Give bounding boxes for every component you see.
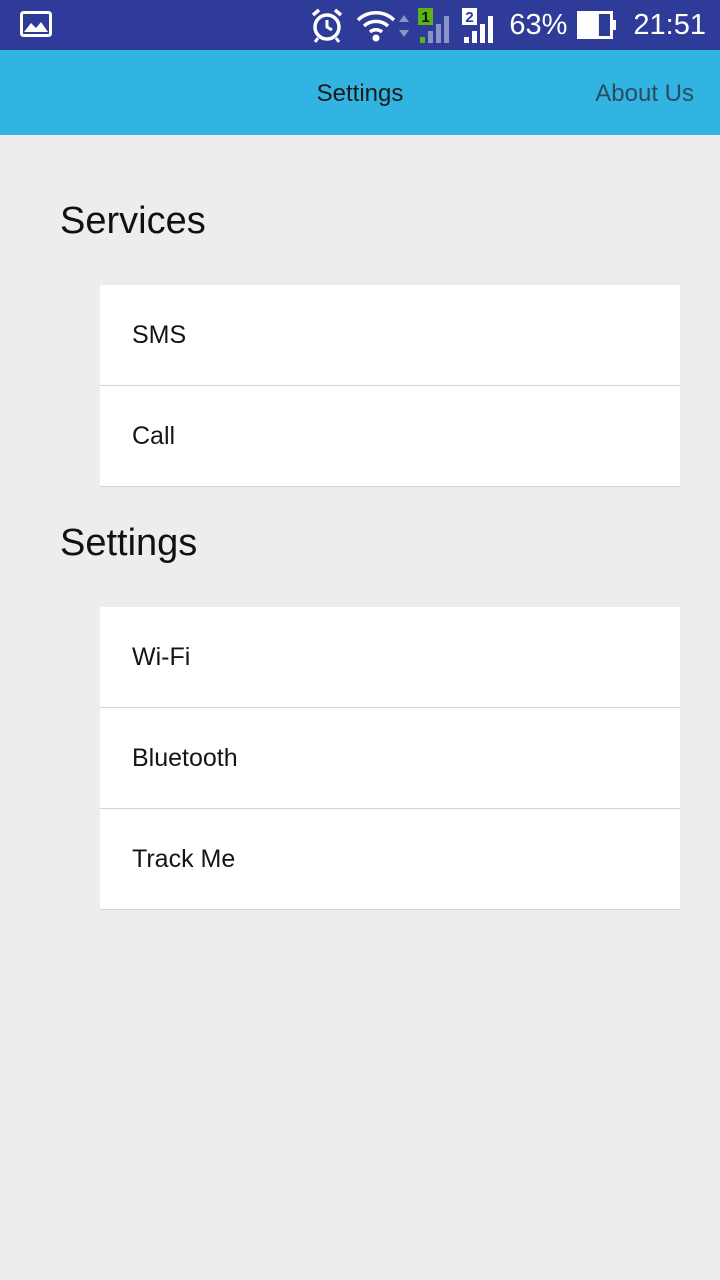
section-title-services: Services [60,200,206,242]
clock: 21:51 [633,8,706,41]
list-item-wifi[interactable]: Wi-Fi [100,607,680,708]
about-us-button[interactable]: About Us [595,50,694,135]
alarm-clock-icon [312,8,343,43]
wifi-icon [357,11,396,42]
battery-icon [577,11,617,39]
status-bar: 1 2 63% 21:51 [0,0,720,50]
sim2-signal-icon: 2 [462,8,494,43]
battery-percent: 63% [509,8,568,41]
svg-text:1: 1 [422,9,430,26]
sim1-signal-icon: 1 [418,8,450,43]
list-item-call[interactable]: Call [100,386,680,487]
svg-text:2: 2 [466,9,474,26]
settings-list: Wi-Fi Bluetooth Track Me [100,607,680,910]
data-activity-icon [399,15,410,37]
list-item-bluetooth[interactable]: Bluetooth [100,708,680,809]
gallery-notification-icon [20,11,52,37]
list-item-track-me[interactable]: Track Me [100,809,680,910]
app-bar: Settings About Us [0,50,720,135]
list-item-sms[interactable]: SMS [100,285,680,386]
services-list: SMS Call [100,285,680,487]
section-title-settings: Settings [60,522,198,564]
